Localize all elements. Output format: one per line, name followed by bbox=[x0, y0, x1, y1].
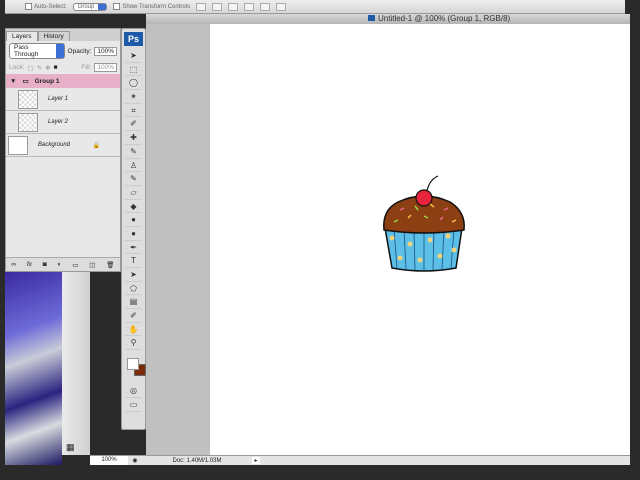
fill-field[interactable]: 100% bbox=[94, 63, 117, 72]
cupcake-artwork bbox=[383, 175, 465, 272]
layers-panel: Layers History Pass Through Opacity: 100… bbox=[5, 28, 121, 272]
distribute-button[interactable] bbox=[260, 2, 271, 11]
background-layer-row[interactable]: Background 🔒 bbox=[6, 134, 120, 157]
bucket-tool[interactable]: ◆ bbox=[125, 200, 142, 214]
blend-mode-dropdown[interactable]: Pass Through bbox=[9, 43, 65, 59]
link-layers-icon[interactable]: ∞ bbox=[11, 261, 16, 268]
show-transform-checkbox[interactable]: Show Transform Controls bbox=[113, 2, 190, 10]
tab-layers[interactable]: Layers bbox=[6, 31, 38, 41]
opacity-label: Opacity: bbox=[67, 47, 92, 55]
healing-tool[interactable]: ✚ bbox=[125, 131, 142, 145]
layer-thumbnail bbox=[8, 135, 28, 155]
status-bar: 100% ◉ Doc: 1.40M/1.03M ▸ bbox=[90, 455, 630, 465]
pen-tool[interactable]: ✒ bbox=[125, 241, 142, 255]
brush-tool[interactable]: ✎ bbox=[125, 145, 142, 159]
panel-strip: ▦ bbox=[62, 272, 90, 455]
zoom-level-field[interactable]: 100% bbox=[90, 456, 128, 465]
fx-icon[interactable]: fx bbox=[27, 261, 32, 268]
blur-tool[interactable]: ● bbox=[125, 213, 142, 227]
zoom-tool[interactable]: ⚲ bbox=[125, 336, 142, 351]
align-button[interactable] bbox=[228, 2, 239, 11]
distribute-button[interactable] bbox=[276, 2, 287, 11]
new-layer-icon[interactable]: ◫ bbox=[89, 261, 95, 269]
dodge-tool[interactable]: ● bbox=[125, 227, 142, 241]
crop-tool[interactable]: ⌗ bbox=[125, 104, 142, 118]
eyedropper-tool[interactable]: ✐ bbox=[125, 309, 142, 323]
document-canvas[interactable] bbox=[210, 24, 630, 455]
path-select-tool[interactable]: ➤ bbox=[125, 268, 142, 282]
options-bar: Auto-Select: Group Show Transform Contro… bbox=[5, 0, 625, 14]
hand-tool[interactable]: ✋ bbox=[125, 323, 142, 337]
ps-document-icon bbox=[368, 15, 375, 21]
ps-logo: Ps bbox=[124, 32, 143, 46]
lasso-tool[interactable]: ◯ bbox=[125, 76, 142, 91]
align-button[interactable] bbox=[212, 2, 223, 11]
new-group-icon[interactable]: ▭ bbox=[72, 261, 78, 269]
move-tool[interactable]: ➤ bbox=[125, 49, 142, 63]
magic-wand-tool[interactable]: ✶ bbox=[125, 90, 142, 104]
eraser-tool[interactable]: ▱ bbox=[125, 186, 142, 200]
toolbox: Ps ➤ ⬚ ◯ ✶ ⌗ ✐ ✚ ✎ ♙ ✎ ▱ ◆ ● ● ✒ T ➤ ⬠ ▤ ✐ ✋ ⚲ ◎ ▭ bbox=[121, 28, 146, 430]
status-arrow-button[interactable]: ▸ bbox=[252, 457, 260, 464]
lock-transparent-icon[interactable]: ▢ bbox=[28, 64, 34, 72]
quick-mask-button[interactable]: ◎ bbox=[125, 384, 142, 398]
cherry bbox=[415, 189, 433, 207]
layer-row[interactable]: Layer 2 bbox=[6, 111, 120, 134]
auto-select-dropdown[interactable]: Group bbox=[72, 2, 108, 11]
layer-thumbnail bbox=[18, 89, 38, 109]
lock-paint-icon[interactable]: ✎ bbox=[37, 64, 42, 72]
folder-icon: ▭ bbox=[22, 78, 29, 85]
lock-all-icon[interactable]: ■ bbox=[54, 64, 58, 71]
background-photo-window bbox=[5, 272, 62, 465]
type-tool[interactable]: T bbox=[125, 254, 142, 268]
distribute-button[interactable] bbox=[244, 2, 255, 11]
expand-triangle-icon[interactable]: ▼ bbox=[10, 78, 16, 85]
layer-thumbnail bbox=[18, 112, 38, 132]
marquee-tool[interactable]: ⬚ bbox=[125, 63, 142, 77]
workspace-background bbox=[146, 24, 210, 455]
lock-position-icon[interactable]: ✥ bbox=[45, 64, 50, 72]
tab-history[interactable]: History bbox=[37, 31, 70, 41]
align-button[interactable] bbox=[196, 2, 207, 11]
trash-icon[interactable]: 🗑 bbox=[106, 261, 114, 269]
lock-label: Lock: bbox=[9, 64, 25, 71]
screen-mode-button[interactable]: ▭ bbox=[125, 398, 142, 412]
layer-group-row[interactable]: ▼ ▭ Group 1 bbox=[6, 74, 120, 88]
shape-tool[interactable]: ⬠ bbox=[125, 282, 142, 296]
auto-select-checkbox[interactable]: Auto-Select: bbox=[25, 2, 67, 10]
opacity-field[interactable]: 100% bbox=[94, 46, 117, 56]
history-brush-tool[interactable]: ✎ bbox=[125, 172, 142, 186]
layer-row[interactable]: Layer 1 bbox=[6, 88, 120, 111]
adjustment-layer-icon[interactable]: ◐ bbox=[58, 261, 62, 268]
slice-tool[interactable]: ✐ bbox=[125, 117, 142, 132]
lock-icon: 🔒 bbox=[92, 142, 100, 149]
doc-size-info: Doc: 1.40M/1.03M bbox=[172, 457, 222, 464]
stamp-tool[interactable]: ♙ bbox=[125, 159, 142, 173]
layer-mask-icon[interactable]: ◙ bbox=[43, 261, 47, 268]
fill-label: Fill: bbox=[81, 64, 92, 71]
notes-tool[interactable]: ▤ bbox=[125, 295, 142, 310]
foreground-color-swatch[interactable] bbox=[127, 358, 139, 371]
status-menu-icon[interactable]: ◉ bbox=[128, 457, 142, 464]
grid-icon[interactable]: ▦ bbox=[66, 442, 75, 453]
color-swatches[interactable] bbox=[125, 354, 146, 380]
document-title-bar[interactable]: Untitled-1 @ 100% (Group 1, RGB/8) bbox=[146, 14, 630, 24]
